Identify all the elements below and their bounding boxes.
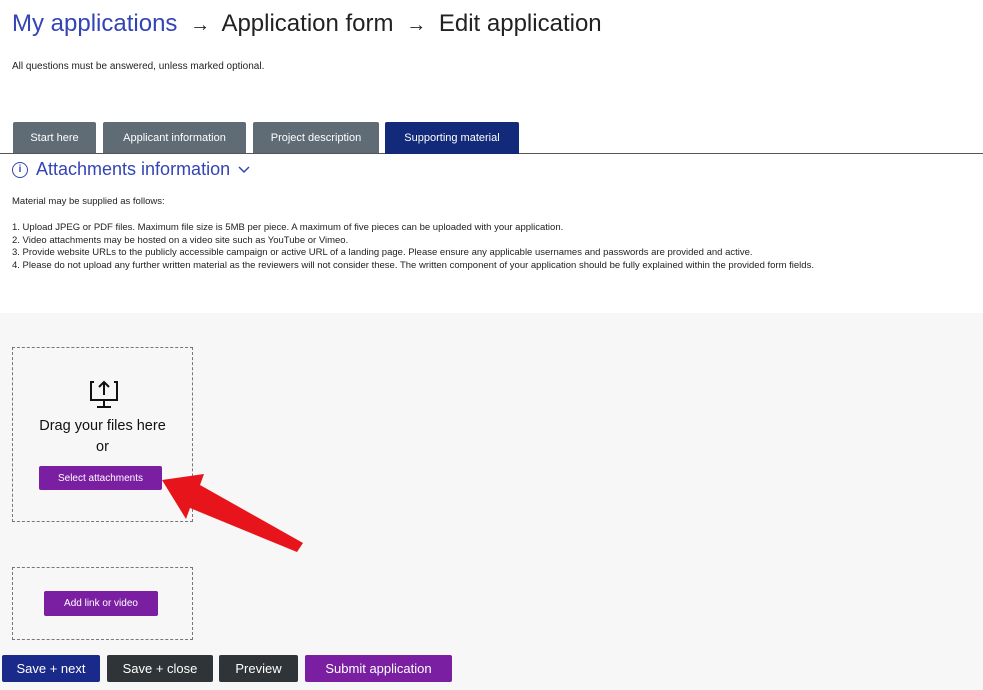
chevron-down-icon (238, 162, 250, 177)
link-dropzone: Add link or video (12, 567, 193, 640)
breadcrumb: My applications → Application form → Edi… (12, 10, 602, 38)
material-intro: Material may be supplied as follows: (12, 196, 165, 207)
material-list: 1. Upload JPEG or PDF files. Maximum fil… (12, 222, 977, 272)
drag-files-label: Drag your files here (39, 418, 166, 434)
list-item: 4. Please do not upload any further writ… (12, 259, 814, 271)
list-item: 2. Video attachments may be hosted on a … (12, 234, 349, 246)
upload-icon (90, 380, 118, 408)
preview-button[interactable]: Preview (219, 655, 298, 682)
arrow-right-icon: → (406, 14, 427, 36)
submit-application-button[interactable]: Submit application (305, 655, 452, 682)
list-item: 1. Upload JPEG or PDF files. Maximum fil… (12, 222, 564, 233)
tab-applicant-information[interactable]: Applicant information (103, 122, 246, 153)
tab-start-here[interactable]: Start here (13, 122, 96, 153)
breadcrumb-my-applications-link[interactable]: My applications (12, 10, 177, 37)
or-label: or (96, 439, 109, 455)
save-next-button[interactable]: Save + next (2, 655, 100, 682)
tab-bar: Start here Applicant information Project… (0, 122, 983, 154)
dropzone-text: Drag your files here or (13, 416, 192, 458)
arrow-right-icon: → (190, 14, 211, 36)
save-close-button[interactable]: Save + close (107, 655, 213, 682)
tab-project-description[interactable]: Project description (253, 122, 379, 153)
add-link-or-video-button[interactable]: Add link or video (44, 591, 158, 616)
tab-supporting-material[interactable]: Supporting material (385, 122, 519, 154)
list-item: 3. Provide website URLs to the publicly … (12, 247, 753, 258)
info-icon: i (12, 161, 28, 178)
attachments-info-heading: Attachments information (36, 159, 231, 179)
select-attachments-button[interactable]: Select attachments (39, 466, 162, 490)
intro-text: All questions must be answered, unless m… (12, 61, 265, 72)
attachments-info-toggle[interactable]: i Attachments information (12, 159, 250, 180)
file-dropzone[interactable]: Drag your files here or Select attachmen… (12, 347, 193, 522)
breadcrumb-application-form: Application form (221, 10, 394, 37)
page-title: Edit application (438, 10, 602, 37)
